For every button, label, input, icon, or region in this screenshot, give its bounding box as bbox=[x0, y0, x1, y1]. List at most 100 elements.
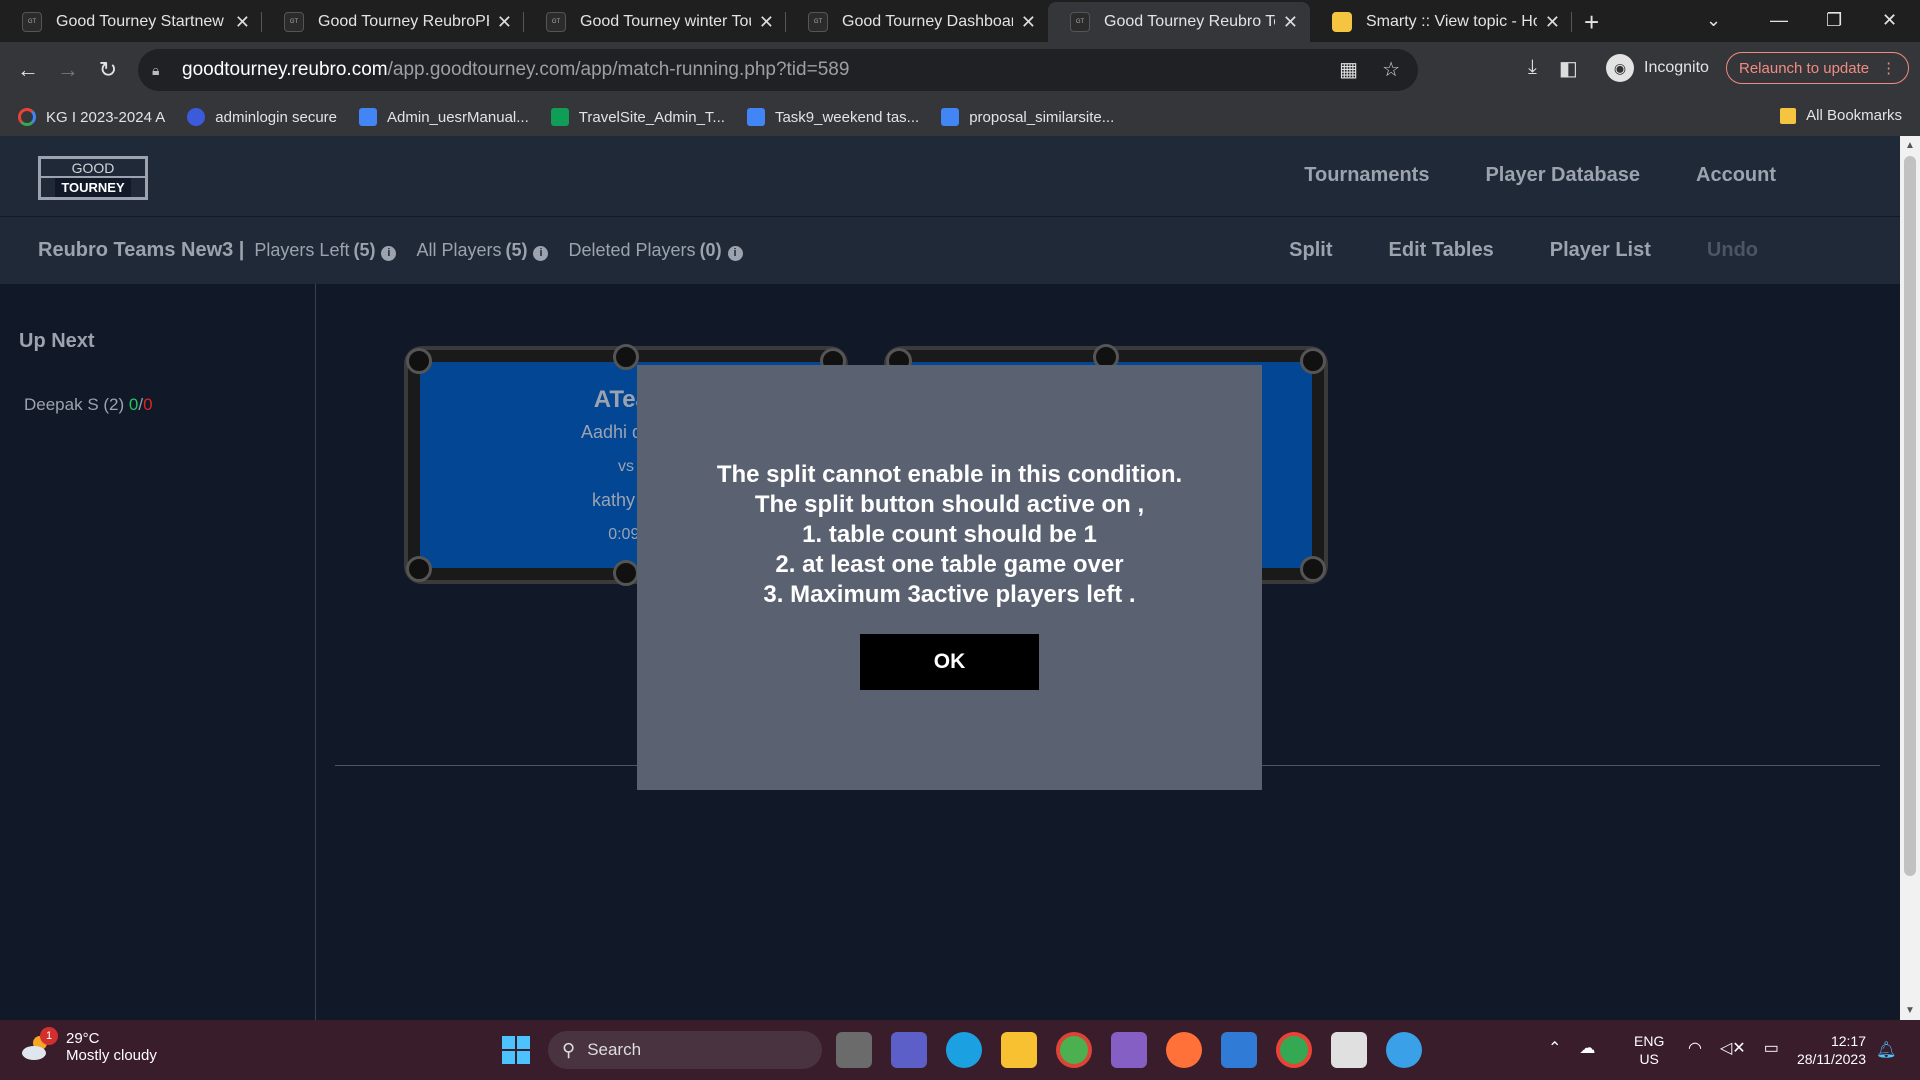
split-button[interactable]: Split bbox=[1289, 239, 1332, 262]
close-tab-icon[interactable]: ✕ bbox=[1021, 12, 1036, 33]
file-explorer-icon[interactable] bbox=[1001, 1032, 1037, 1068]
incognito-indicator[interactable]: ◉ Incognito bbox=[1606, 54, 1709, 82]
close-tab-icon[interactable]: ✕ bbox=[1283, 12, 1298, 33]
wifi-icon: ◠ bbox=[1688, 1040, 1702, 1057]
docs-icon bbox=[746, 108, 765, 126]
close-tab-icon[interactable]: ✕ bbox=[235, 12, 250, 33]
queue-player[interactable]: Deepak S (2) 0/0 bbox=[24, 395, 153, 415]
browser-tab[interactable]: GT Good Tourney winter Tourr ✕ bbox=[524, 2, 786, 42]
players-left-label: Players Left bbox=[254, 240, 350, 260]
table-pocket bbox=[1300, 556, 1326, 582]
nav-account[interactable]: Account bbox=[1696, 164, 1776, 187]
info-icon[interactable]: i bbox=[727, 246, 743, 261]
weather-badge: 1 bbox=[40, 1027, 58, 1045]
search-placeholder: Search bbox=[587, 1040, 642, 1059]
side-panel-icon[interactable]: ◧ bbox=[1559, 56, 1578, 81]
restore-icon[interactable]: ❐ bbox=[1826, 0, 1842, 40]
tournament-toolbar: Reubro Teams New3 | Players Left (5) i A… bbox=[0, 216, 1900, 284]
scroll-down-icon[interactable]: ▼ bbox=[1900, 1005, 1920, 1016]
nav-player-database[interactable]: Player Database bbox=[1485, 164, 1640, 187]
bookmark-item[interactable]: adminlogin secure bbox=[187, 108, 337, 126]
dialog-message-line: The split cannot enable in this conditio… bbox=[716, 461, 1183, 488]
dialog-message-line: The split button should active on , bbox=[754, 491, 1145, 518]
good-tourney-logo[interactable]: GOOD TOURNEY bbox=[38, 156, 148, 200]
download-icon[interactable]: ⤓ bbox=[1528, 56, 1537, 81]
notification-bell-icon[interactable]: 🔔︎ bbox=[1876, 1040, 1896, 1060]
back-icon[interactable]: ← bbox=[8, 57, 48, 83]
new-tab-icon[interactable]: + bbox=[1584, 2, 1599, 42]
tab-title: Good Tourney ReubroPHP bbox=[318, 13, 489, 30]
all-bookmarks-button[interactable]: All Bookmarks bbox=[1780, 107, 1902, 124]
more-menu-icon[interactable]: ⋮ bbox=[1881, 59, 1896, 77]
onedrive-cloud-icon[interactable]: ☁ bbox=[1579, 1038, 1595, 1058]
chrome-profile-icon[interactable] bbox=[1276, 1032, 1312, 1068]
battery-icon: ▭ bbox=[1763, 1040, 1779, 1057]
queue-player-losses: 0 bbox=[143, 395, 153, 414]
info-icon[interactable]: i bbox=[533, 246, 549, 261]
close-tab-icon[interactable]: ✕ bbox=[1545, 12, 1560, 33]
browser-tab[interactable]: GT Good Tourney Startnew To ✕ bbox=[0, 2, 262, 42]
task-view-icon[interactable] bbox=[836, 1032, 872, 1068]
browser-tab[interactable]: Smarty :: View topic - How ✕ bbox=[1310, 2, 1572, 42]
reload-icon[interactable]: ↻ bbox=[88, 57, 128, 83]
nav-tournaments[interactable]: Tournaments bbox=[1304, 164, 1429, 187]
system-status-icons[interactable]: ◠ ◁✕ ▭ bbox=[1688, 1038, 1779, 1058]
table-pocket bbox=[406, 348, 432, 374]
show-hidden-icons-chevron-icon[interactable]: ⌃ bbox=[1548, 1038, 1561, 1058]
bookmark-item[interactable]: proposal_similarsite... bbox=[941, 108, 1114, 126]
good-tourney-favicon-icon: GT bbox=[1070, 12, 1090, 32]
lock-icon[interactable]: 🔒︎ bbox=[152, 62, 168, 79]
close-window-icon[interactable]: ✕ bbox=[1882, 0, 1897, 40]
qr-code-icon[interactable]: ▦ bbox=[1339, 57, 1358, 82]
windows-start-icon[interactable] bbox=[502, 1036, 530, 1064]
page-scrollbar[interactable]: ▲ ▼ bbox=[1900, 136, 1920, 1020]
bookmark-item[interactable]: TravelSite_Admin_T... bbox=[550, 108, 725, 126]
forward-icon[interactable]: → bbox=[48, 57, 88, 83]
weather-widget[interactable]: 1 29°C Mostly cloudy bbox=[20, 1027, 157, 1064]
bookmark-item[interactable]: Task9_weekend tas... bbox=[746, 108, 919, 126]
undo-button[interactable]: Undo bbox=[1707, 239, 1758, 262]
edit-tables-button[interactable]: Edit Tables bbox=[1389, 239, 1494, 262]
table-pocket bbox=[613, 560, 639, 586]
folder-icon bbox=[1780, 107, 1797, 124]
chrome-browser-icon[interactable] bbox=[1056, 1032, 1092, 1068]
close-tab-icon[interactable]: ✕ bbox=[759, 12, 774, 33]
browser-tab-active[interactable]: GT Good Tourney Reubro Tean ✕ bbox=[1048, 2, 1310, 42]
ok-button[interactable]: OK bbox=[860, 634, 1039, 690]
tournament-actions: Split Edit Tables Player List Undo bbox=[1289, 239, 1758, 262]
relaunch-button[interactable]: Relaunch to update ⋮ bbox=[1726, 52, 1910, 84]
dialog-message-line: 1. table count should be 1 bbox=[802, 521, 1097, 548]
info-icon[interactable]: i bbox=[381, 246, 397, 261]
snipping-tool-icon[interactable] bbox=[1331, 1032, 1367, 1068]
visual-studio-icon[interactable] bbox=[1111, 1032, 1147, 1068]
taskbar-search[interactable]: ⚲ Search bbox=[548, 1031, 822, 1069]
bookmark-item[interactable]: KG I 2023-2024 A bbox=[18, 108, 165, 126]
bookmark-star-icon[interactable]: ☆ bbox=[1382, 57, 1400, 82]
tab-title: Good Tourney Reubro Tean bbox=[1104, 13, 1275, 30]
paint-icon[interactable] bbox=[1386, 1032, 1422, 1068]
browser-tab[interactable]: GT Good Tourney Dashboard ✕ bbox=[786, 2, 1048, 42]
logo-top-text: GOOD bbox=[41, 159, 145, 178]
scrollbar-thumb[interactable] bbox=[1904, 156, 1916, 876]
close-tab-icon[interactable]: ✕ bbox=[497, 12, 512, 33]
tab-search-chevron-icon[interactable]: ⌄ bbox=[1706, 0, 1721, 40]
teams-chat-icon[interactable] bbox=[891, 1032, 927, 1068]
deleted-players-label: Deleted Players bbox=[568, 240, 696, 260]
bookmark-item[interactable]: Admin_uesrManual... bbox=[359, 108, 529, 126]
players-left-count: (5) bbox=[353, 240, 376, 260]
scroll-up-icon[interactable]: ▲ bbox=[1900, 140, 1920, 151]
windows-taskbar: 1 29°C Mostly cloudy ⚲ Search ⌃ ☁ ENG US… bbox=[0, 1020, 1920, 1080]
notepad-icon[interactable] bbox=[1221, 1032, 1257, 1068]
minimize-icon[interactable]: — bbox=[1770, 0, 1788, 40]
firefox-icon[interactable] bbox=[1166, 1032, 1202, 1068]
bookmarks-bar: KG I 2023-2024 A adminlogin secure Admin… bbox=[0, 98, 1920, 136]
taskbar-clock[interactable]: 12:17 28/11/2023 bbox=[1782, 1032, 1866, 1068]
player-list-button[interactable]: Player List bbox=[1550, 239, 1651, 262]
edge-browser-icon[interactable] bbox=[946, 1032, 982, 1068]
url-bar[interactable]: 🔒︎ goodtourney.reubro.com/app.goodtourne… bbox=[138, 49, 1418, 91]
weather-description: Mostly cloudy bbox=[66, 1047, 157, 1064]
clock-time: 12:17 bbox=[1830, 1033, 1866, 1049]
browser-tab[interactable]: GT Good Tourney ReubroPHP ✕ bbox=[262, 2, 524, 42]
language-indicator[interactable]: ENG US bbox=[1634, 1032, 1664, 1068]
relaunch-label: Relaunch to update bbox=[1739, 59, 1870, 77]
